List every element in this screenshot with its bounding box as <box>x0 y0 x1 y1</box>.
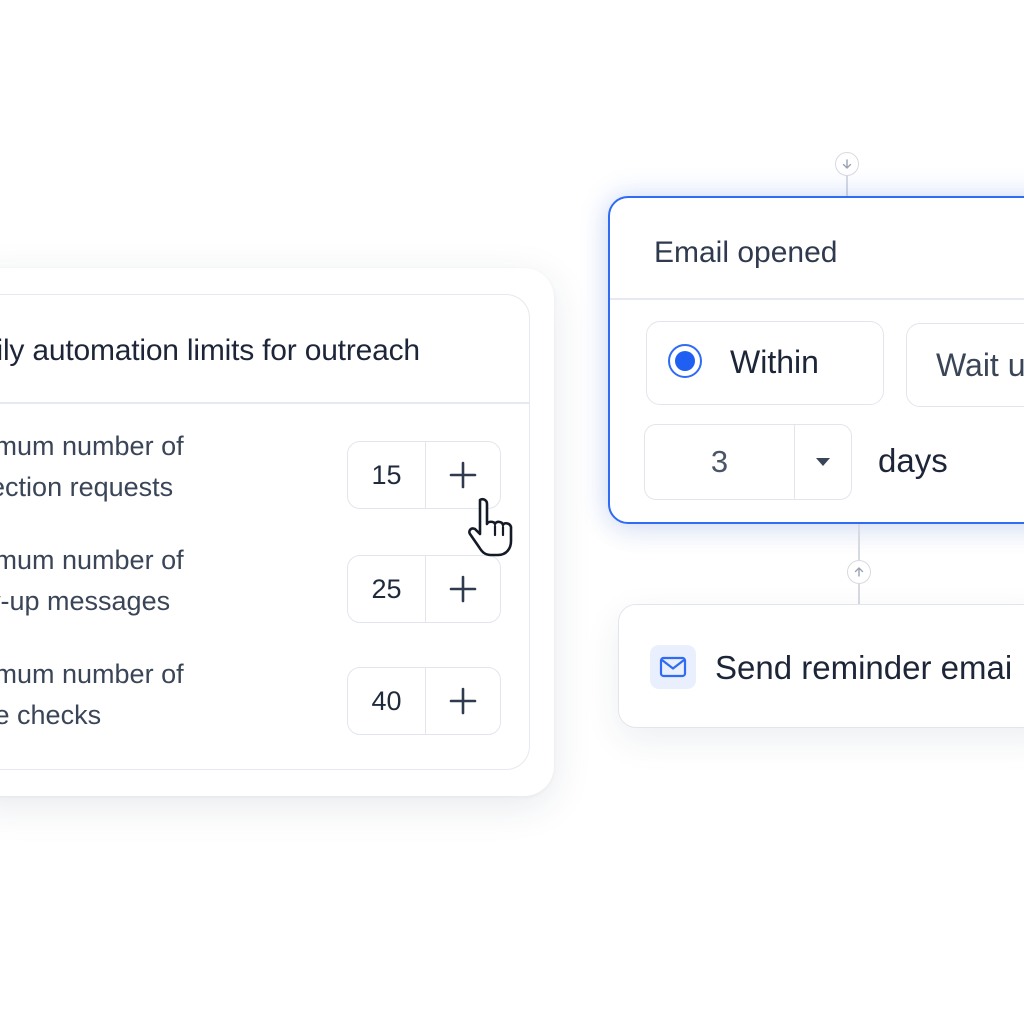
follow-up-messages-stepper[interactable]: 25 <box>347 555 501 623</box>
dropdown-button[interactable] <box>795 425 851 499</box>
limit-label-follow-up-messages: aximum number of low-up messages <box>0 540 184 622</box>
duration-select[interactable]: 3 <box>644 424 852 500</box>
limit-label-connection-requests: aximum number of nnection requests <box>0 426 184 508</box>
canvas: aily automation limits for outreach axim… <box>0 0 1024 1024</box>
limit-label-line2: ofile checks <box>0 700 102 730</box>
plus-icon <box>449 461 477 489</box>
limit-label-line1: aximum number of <box>0 545 184 575</box>
plus-icon <box>449 575 477 603</box>
limit-label-line2: nnection requests <box>0 472 174 502</box>
plus-icon <box>449 687 477 715</box>
profile-checks-stepper[interactable]: 40 <box>347 667 501 735</box>
stepper-value[interactable]: 15 <box>348 442 426 508</box>
limits-title: aily automation limits for outreach <box>0 334 420 367</box>
option-wait-until-label: Wait u <box>936 347 1024 383</box>
option-within-label: Within <box>730 344 819 380</box>
limit-label-line1: aximum number of <box>0 431 184 461</box>
stepper-value[interactable]: 25 <box>348 556 426 622</box>
mail-badge <box>650 645 696 689</box>
action-label: Send reminder emai <box>715 649 1013 686</box>
duration-value[interactable]: 3 <box>645 425 795 499</box>
increment-button[interactable] <box>426 668 500 734</box>
arrow-down-icon <box>842 159 852 169</box>
radio-selected-dot <box>675 351 695 371</box>
stepper-value[interactable]: 40 <box>348 668 426 734</box>
trigger-divider <box>610 298 1024 300</box>
limit-label-profile-checks: aximum number of ofile checks <box>0 654 184 736</box>
mail-icon <box>659 656 687 678</box>
limit-label-line1: aximum number of <box>0 659 184 689</box>
flow-node-top[interactable] <box>835 152 859 176</box>
duration-unit: days <box>878 442 948 479</box>
trigger-title: Email opened <box>654 236 838 269</box>
caret-down-icon <box>816 458 830 466</box>
arrow-up-icon <box>854 567 864 577</box>
flow-node-middle[interactable] <box>847 560 871 584</box>
increment-button[interactable] <box>426 556 500 622</box>
limit-label-line2: low-up messages <box>0 586 171 616</box>
limits-divider <box>0 402 530 404</box>
hand-pointer-icon <box>468 497 513 557</box>
radio-within[interactable] <box>668 344 702 378</box>
